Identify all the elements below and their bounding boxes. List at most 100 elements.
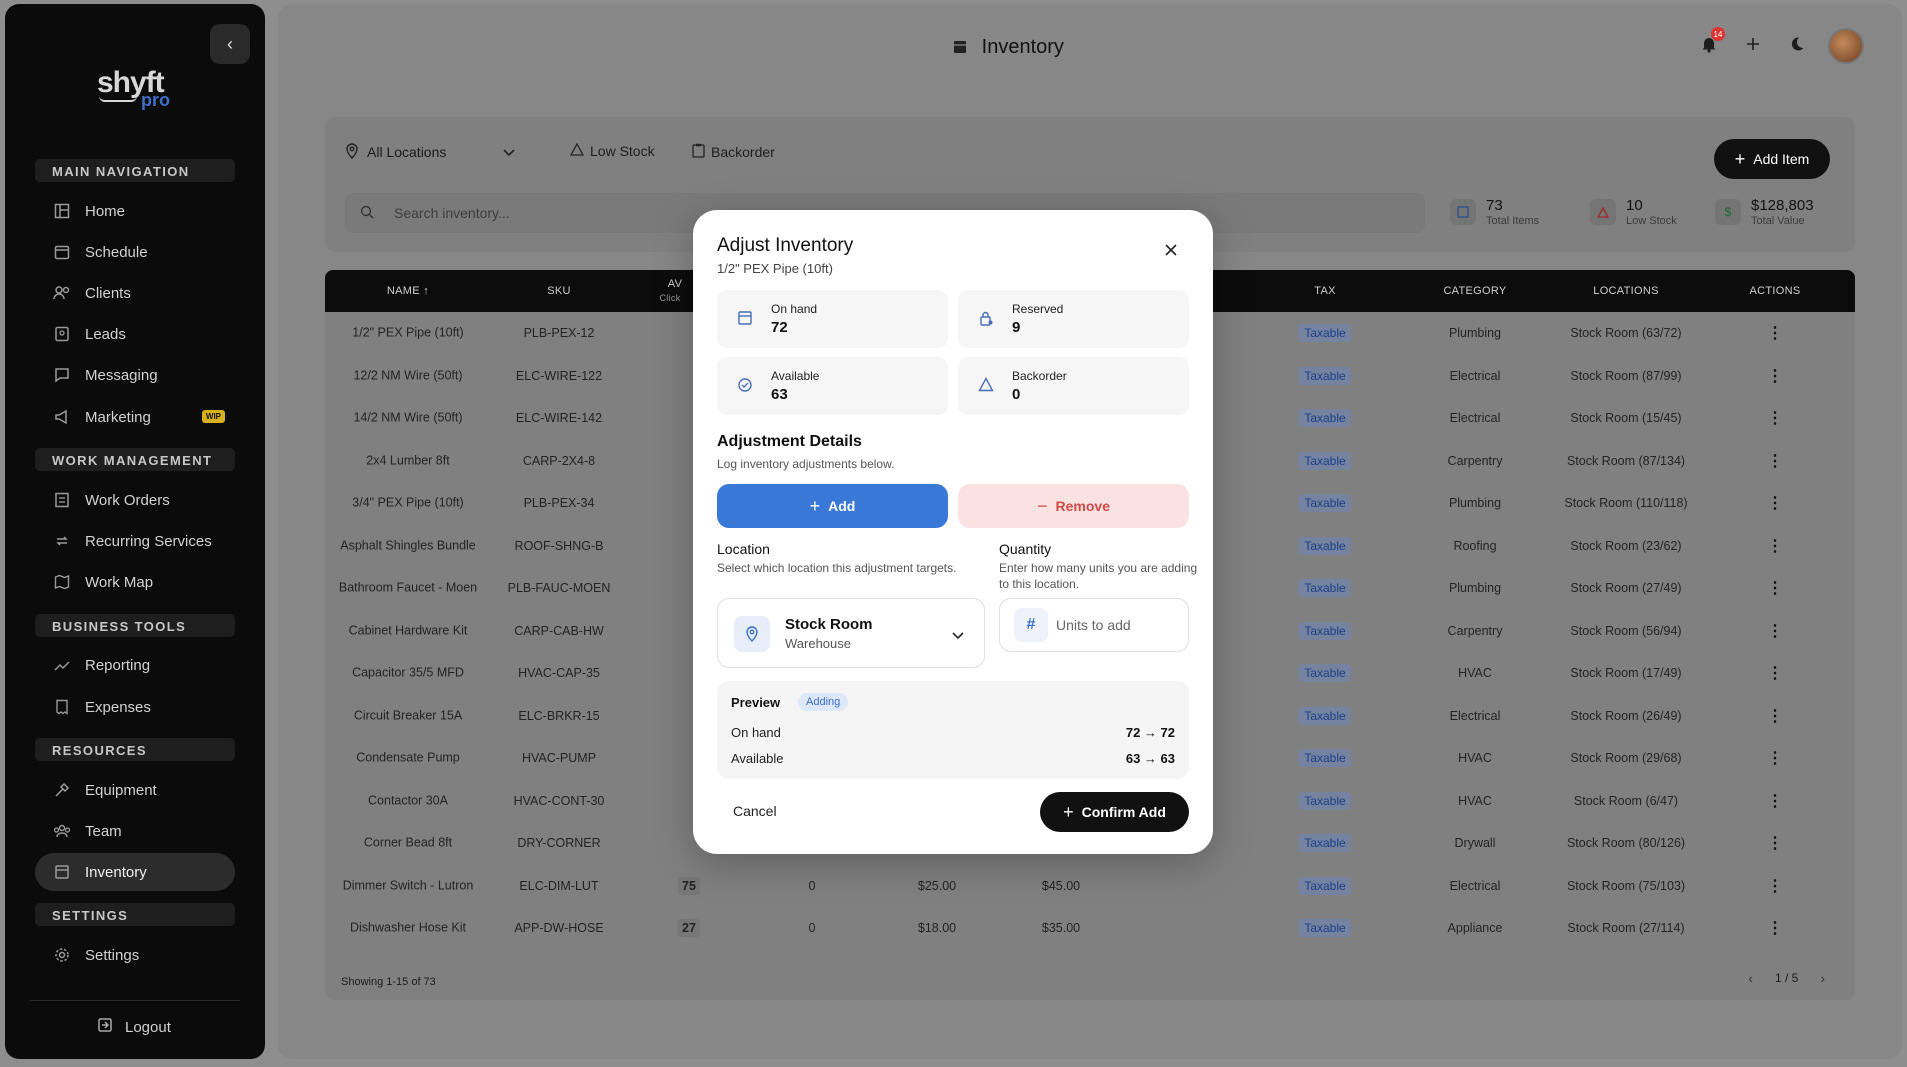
sidebar-item-label: Recurring Services [85, 532, 212, 550]
stat-total-items: 73 Total Items [1450, 197, 1539, 227]
sidebar-item-inventory[interactable]: Inventory [35, 853, 235, 891]
cell-category: Plumbing [1449, 496, 1501, 510]
sidebar-item-expenses[interactable]: Expenses [35, 688, 235, 726]
cancel-button[interactable]: Cancel [733, 803, 777, 819]
confirm-add-button[interactable]: + Confirm Add [1040, 792, 1189, 832]
cell-name: Corner Bead 8ft [333, 836, 483, 851]
adjustment-details-subtitle: Log inventory adjustments below. [717, 457, 895, 471]
collapse-sidebar-button[interactable]: ‹ [210, 24, 250, 64]
row-actions-menu-icon[interactable]: ⋮ [1767, 663, 1783, 683]
sidebar-item-team[interactable]: Team [35, 812, 235, 850]
sidebar-item-clients[interactable]: Clients [35, 274, 235, 312]
row-actions-menu-icon[interactable]: ⋮ [1767, 366, 1783, 386]
map-pin-icon [345, 142, 359, 162]
map-pin-icon [734, 616, 770, 652]
logout-button[interactable]: Logout [97, 1017, 171, 1037]
cell-text: HVAC-CAP-35 [518, 666, 600, 680]
close-modal-button[interactable] [1159, 240, 1183, 264]
row-actions-menu-icon[interactable]: ⋮ [1767, 408, 1783, 428]
sidebar-item-reporting[interactable]: Reporting [35, 646, 235, 684]
row-actions-menu-icon[interactable]: ⋮ [1767, 833, 1783, 853]
column-header-name[interactable]: NAME ↑ [387, 285, 429, 297]
hash-icon: # [1014, 608, 1048, 642]
quantity-label: Quantity [999, 541, 1052, 557]
cell-text: Bathroom Faucet - Moen [338, 580, 478, 595]
row-actions-menu-icon[interactable]: ⋮ [1767, 876, 1783, 896]
row-actions-menu-icon[interactable]: ⋮ [1767, 323, 1783, 343]
sidebar-item-home[interactable]: Home [35, 192, 235, 230]
cell-category: Plumbing [1449, 326, 1501, 340]
cell-name: Dishwasher Hose Kit [333, 921, 483, 936]
cell-text: ELC-BRKR-15 [518, 708, 600, 723]
sidebar-item-leads[interactable]: Leads [35, 315, 235, 353]
sidebar-item-schedule[interactable]: Schedule [35, 233, 235, 271]
quantity-input[interactable] [1056, 617, 1176, 633]
row-actions-menu-icon[interactable]: ⋮ [1767, 536, 1783, 556]
row-actions-menu-icon[interactable]: ⋮ [1767, 493, 1783, 513]
theme-toggle-button[interactable] [1784, 33, 1810, 59]
add-button[interactable] [1740, 33, 1766, 59]
cell-text: CARP-CAB-HW [514, 623, 604, 638]
row-actions-menu-icon[interactable]: ⋮ [1767, 748, 1783, 768]
column-header-locations[interactable]: LOCATIONS [1593, 285, 1658, 297]
sidebar-item-work-map[interactable]: Work Map [35, 563, 235, 601]
sidebar-item-work-orders[interactable]: Work Orders [35, 481, 235, 519]
column-header-sku[interactable]: SKU [547, 285, 571, 297]
cell-cost: $18.00 [918, 921, 956, 935]
cell-text: 75 [678, 876, 700, 895]
cell-text: Plumbing [1448, 581, 1502, 595]
column-header-tax[interactable]: TAX [1314, 285, 1335, 297]
cell-category: Electrical [1450, 411, 1501, 425]
notifications-button[interactable]: 14 [1696, 27, 1725, 59]
cell-text: Stock Room (6/47) [1573, 793, 1679, 808]
cell-location: Stock Room (17/49) [1570, 666, 1681, 680]
section-work-management: WORK MANAGEMENT [35, 448, 235, 471]
sidebar-item-equipment[interactable]: Equipment [35, 771, 235, 809]
cell-sku: ELC-BRKR-15 [518, 709, 599, 723]
cell-text: ROOF-SHNG-B [514, 538, 604, 553]
cell-text: $45.00 [1041, 878, 1081, 893]
row-actions-menu-icon[interactable]: ⋮ [1767, 451, 1783, 471]
plus-icon [1745, 36, 1761, 57]
logout-icon [97, 1017, 113, 1037]
column-header-category[interactable]: CATEGORY [1443, 285, 1506, 297]
stat-value: 9 [1012, 319, 1021, 336]
add-mode-button[interactable]: + Add [717, 484, 948, 528]
remove-mode-button[interactable]: − Remove [958, 484, 1189, 528]
cell-text: 0 [808, 878, 816, 893]
sidebar-item-label: Team [85, 822, 122, 840]
warning-icon [978, 377, 994, 397]
table-footer: Showing 1-15 of 73 [341, 976, 436, 988]
location-type: Warehouse [785, 636, 851, 651]
trending-icon [52, 655, 72, 675]
row-actions-menu-icon[interactable]: ⋮ [1767, 918, 1783, 938]
quantity-field[interactable]: # [999, 598, 1189, 652]
sidebar-item-recurring-services[interactable]: Recurring Services [35, 522, 235, 560]
row-actions-menu-icon[interactable]: ⋮ [1767, 706, 1783, 726]
table-row[interactable]: Dishwasher Hose Kit APP-DW-HOSE 27 0 $18.00 $… [325, 907, 1855, 949]
column-header-available[interactable]: AV [668, 278, 682, 290]
cell-text: HVAC [1458, 751, 1492, 765]
cell-location: Stock Room (63/72) [1570, 326, 1681, 340]
prev-page-button[interactable]: ‹ [1748, 970, 1753, 986]
cell-name: Circuit Breaker 15A [333, 708, 483, 723]
location-select[interactable]: All Locations [345, 137, 515, 167]
backorder-filter[interactable]: Backorder [692, 143, 775, 161]
row-actions-menu-icon[interactable]: ⋮ [1767, 578, 1783, 598]
sidebar-item-messaging[interactable]: Messaging [35, 356, 235, 394]
cell-tax: Taxable [1298, 834, 1352, 852]
row-actions-menu-icon[interactable]: ⋮ [1767, 621, 1783, 641]
cell-tax: Taxable [1298, 876, 1352, 895]
next-page-button[interactable]: › [1820, 970, 1825, 986]
row-actions-menu-icon[interactable]: ⋮ [1767, 791, 1783, 811]
sidebar-item-settings[interactable]: Settings [35, 936, 235, 974]
low-stock-filter[interactable]: Low Stock [569, 142, 655, 159]
avatar[interactable] [1828, 28, 1864, 64]
tax-badge: Taxable [1298, 791, 1352, 810]
add-item-button[interactable]: + Add Item [1714, 139, 1830, 179]
stat-label: Backorder [1012, 369, 1067, 383]
sidebar-item-marketing[interactable]: Marketing WIP [35, 398, 235, 436]
location-dropdown[interactable]: Stock Room Warehouse [717, 598, 985, 668]
table-row[interactable]: Dimmer Switch - Lutron ELC-DIM-LUT 75 0 $25.… [325, 865, 1855, 907]
cell-category: HVAC [1458, 751, 1492, 765]
